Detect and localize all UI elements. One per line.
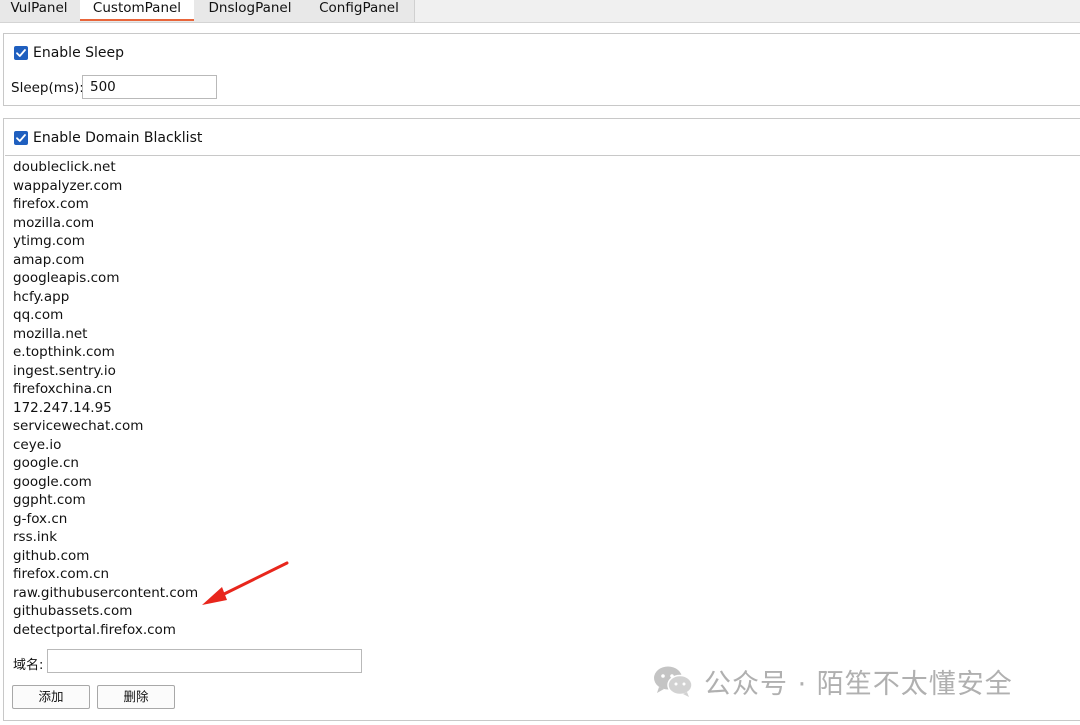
enable-sleep-checkbox[interactable]: [14, 46, 28, 60]
domain-list-item[interactable]: ingest.sentry.io: [5, 362, 1080, 381]
sleep-ms-label: Sleep(ms):: [11, 80, 84, 96]
enable-blacklist-label: Enable Domain Blacklist: [33, 130, 203, 146]
domain-list-item[interactable]: wappalyzer.com: [5, 177, 1080, 196]
domain-list-item[interactable]: githubassets.com: [5, 602, 1080, 621]
domain-list-item[interactable]: detectportal.firefox.com: [5, 621, 1080, 640]
add-button[interactable]: 添加: [12, 685, 90, 709]
domain-list-item[interactable]: raw.githubusercontent.com: [5, 584, 1080, 603]
domain-input[interactable]: [47, 649, 362, 673]
domain-list-item[interactable]: 172.247.14.95: [5, 399, 1080, 418]
domain-list-item[interactable]: google.com: [5, 473, 1080, 492]
domain-list-item[interactable]: firefoxchina.cn: [5, 380, 1080, 399]
watermark: 公众号 · 陌笙不太懂安全: [652, 663, 1013, 700]
domain-blacklist-list[interactable]: doubleclick.net wappalyzer.com firefox.com…: [5, 155, 1080, 642]
domain-list-item[interactable]: amap.com: [5, 251, 1080, 270]
domain-list-item[interactable]: mozilla.net: [5, 325, 1080, 344]
domain-list-item[interactable]: qq.com: [5, 306, 1080, 325]
domain-list-item[interactable]: google.cn: [5, 454, 1080, 473]
delete-button[interactable]: 删除: [97, 685, 175, 709]
tab-custompanel[interactable]: CustomPanel: [80, 0, 194, 21]
tab-bar: VulPanel CustomPanel DnslogPanel ConfigP…: [0, 0, 1080, 23]
domain-list-item[interactable]: github.com: [5, 547, 1080, 566]
sleep-panel: Enable Sleep Sleep(ms):: [3, 33, 1080, 106]
domain-list-item[interactable]: ggpht.com: [5, 491, 1080, 510]
watermark-text: 公众号 · 陌笙不太懂安全: [704, 668, 1013, 700]
domain-list-item[interactable]: e.topthink.com: [5, 343, 1080, 362]
domain-list-item[interactable]: hcfy.app: [5, 288, 1080, 307]
domain-list-item[interactable]: g-fox.cn: [5, 510, 1080, 529]
checkmark-icon: [16, 134, 26, 142]
tab-configpanel[interactable]: ConfigPanel: [306, 0, 412, 21]
wechat-icon: [654, 666, 693, 697]
checkmark-icon: [16, 49, 26, 57]
enable-blacklist-checkbox[interactable]: [14, 131, 28, 145]
tab-vulpanel[interactable]: VulPanel: [0, 0, 78, 21]
sleep-ms-input[interactable]: [82, 75, 217, 99]
domain-list-item[interactable]: firefox.com.cn: [5, 565, 1080, 584]
tab-dnslogpanel[interactable]: DnslogPanel: [196, 0, 304, 21]
enable-sleep-label: Enable Sleep: [33, 45, 125, 61]
domain-list-item[interactable]: ceye.io: [5, 436, 1080, 455]
domain-label: 域名:: [13, 658, 44, 673]
domain-list-item[interactable]: mozilla.com: [5, 214, 1080, 233]
domain-list-item[interactable]: servicewechat.com: [5, 417, 1080, 436]
tab-strip: VulPanel CustomPanel DnslogPanel ConfigP…: [0, 0, 415, 22]
domain-list-item[interactable]: ytimg.com: [5, 232, 1080, 251]
domain-list-items: doubleclick.net wappalyzer.com firefox.com…: [5, 156, 1080, 639]
domain-list-item[interactable]: firefox.com: [5, 195, 1080, 214]
domain-list-item[interactable]: googleapis.com: [5, 269, 1080, 288]
domain-list-item[interactable]: rss.ink: [5, 528, 1080, 547]
domain-list-item[interactable]: doubleclick.net: [5, 158, 1080, 177]
